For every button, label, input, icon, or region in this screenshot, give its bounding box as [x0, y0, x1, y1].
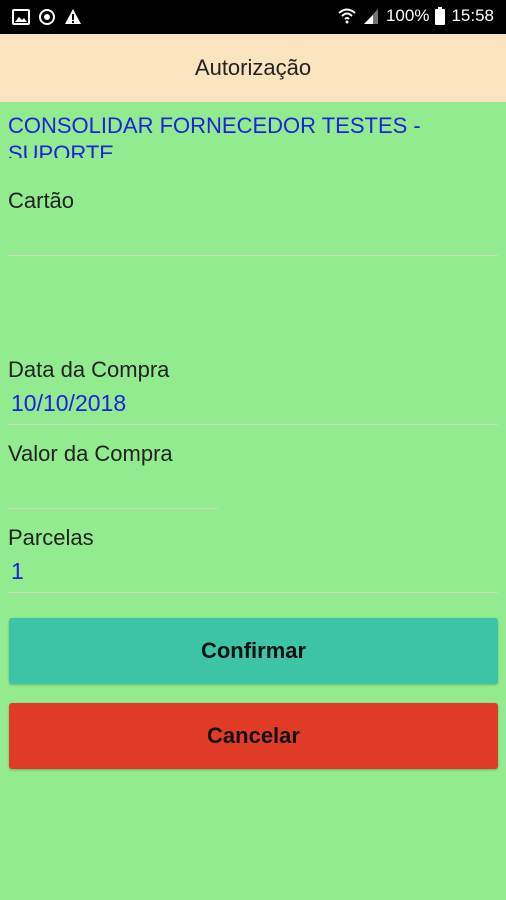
installments-field[interactable]: 1 [11, 558, 24, 585]
status-bar-system: 100% 15:58 [338, 6, 494, 26]
card-field[interactable] [8, 220, 498, 256]
installments-underline [8, 592, 498, 593]
signal-icon [363, 9, 378, 24]
cancel-button[interactable]: Cancelar [9, 703, 498, 769]
page-title: Autorização [194, 55, 312, 80]
warning-icon [65, 9, 81, 24]
purchase-amount-underline [8, 508, 218, 509]
authorization-form: CONSOLIDAR FORNECEDOR TESTES - SUPORTE C… [0, 102, 506, 900]
installments-label: Parcelas [8, 525, 94, 550]
battery-icon [435, 7, 446, 25]
status-bar-notifications [12, 8, 82, 26]
purchase-date-underline [8, 424, 498, 425]
battery-percentage: 100% [385, 6, 430, 25]
purchase-date-label: Data da Compra [8, 357, 170, 382]
card-field-underline [8, 255, 498, 256]
confirm-button[interactable]: Confirmar [9, 618, 498, 684]
wifi-icon [338, 8, 356, 24]
image-icon [12, 9, 30, 25]
supplier-name: CONSOLIDAR FORNECEDOR TESTES - SUPORTE [8, 113, 421, 158]
app-bar: Autorização [0, 34, 506, 102]
status-bar: 100% 15:58 [0, 0, 506, 34]
clock: 15:58 [451, 6, 494, 25]
purchase-date-field[interactable]: 10/10/2018 [11, 390, 126, 417]
purchase-amount-field[interactable] [8, 474, 218, 508]
card-label: Cartão [8, 188, 75, 213]
sync-icon [39, 9, 55, 25]
purchase-amount-label: Valor da Compra [8, 441, 173, 466]
